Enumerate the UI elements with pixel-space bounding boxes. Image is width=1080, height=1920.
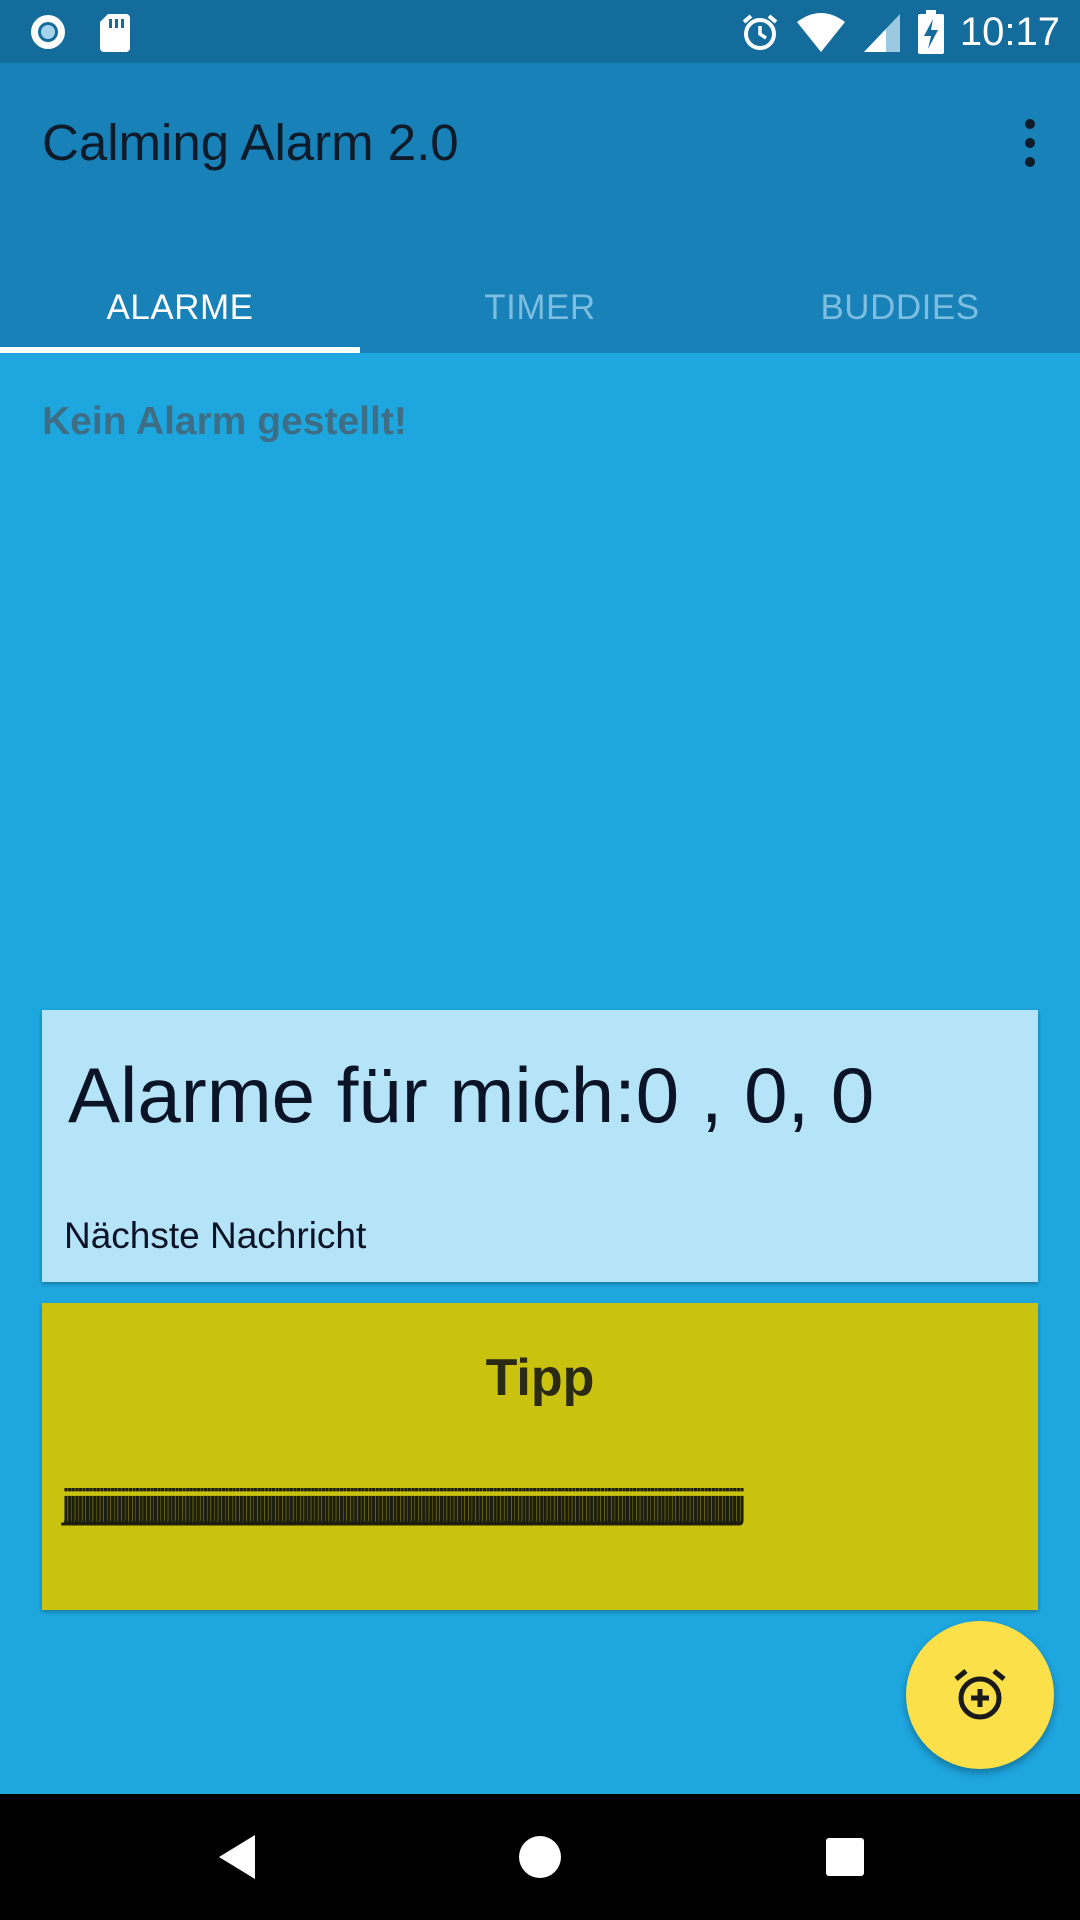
tab-indicator: [0, 347, 360, 353]
empty-alarm-message: Kein Alarm gestellt!: [42, 400, 407, 443]
tip-title: Tipp: [485, 1349, 595, 1407]
tab-timer[interactable]: TIMER: [360, 263, 720, 353]
alarm-count-headline: Alarme für mich:0 , 0, 0: [68, 1051, 875, 1139]
home-icon[interactable]: [515, 1832, 565, 1882]
wifi-icon: [796, 12, 846, 52]
tip-card[interactable]: Tipp jjjjjjjjjjjjjjjjjjjjjjjjjjjjjjjjjjj…: [42, 1303, 1038, 1610]
tip-body: jjjjjjjjjjjjjjjjjjjjjjjjjjjjjjjjjjjjjjjj…: [62, 1482, 746, 1526]
alarm-clock-icon: [740, 12, 780, 52]
next-message-label: Nächste Nachricht: [64, 1215, 367, 1256]
tab-bar: ALARME TIMER BUDDIES: [0, 263, 1080, 353]
status-bar: 10:17: [0, 0, 1080, 63]
sd-card-icon: [98, 12, 132, 52]
add-alarm-icon: [950, 1665, 1010, 1725]
more-vert-icon[interactable]: [1010, 113, 1050, 173]
tab-buddies[interactable]: BUDDIES: [720, 263, 1080, 353]
alarm-summary-card[interactable]: Alarme für mich:0 , 0, 0 Nächste Nachric…: [42, 1010, 1038, 1282]
back-icon[interactable]: [212, 1832, 262, 1882]
status-time: 10:17: [959, 9, 1060, 54]
add-alarm-button[interactable]: [906, 1621, 1054, 1769]
app-title: Calming Alarm 2.0: [42, 114, 459, 171]
tab-alarme[interactable]: ALARME: [0, 263, 360, 353]
app-bar: Calming Alarm 2.0 ALARME TIMER BUDDIES: [0, 63, 1080, 353]
battery-charging-icon: [917, 10, 944, 54]
app-screen: 10:17 Calming Alarm 2.0 ALARME TIMER BUD…: [0, 0, 1080, 1920]
recents-icon[interactable]: [820, 1832, 870, 1882]
system-nav-bar: [0, 1794, 1080, 1920]
radio-icon: [28, 12, 68, 52]
cell-signal-icon: [862, 12, 902, 52]
